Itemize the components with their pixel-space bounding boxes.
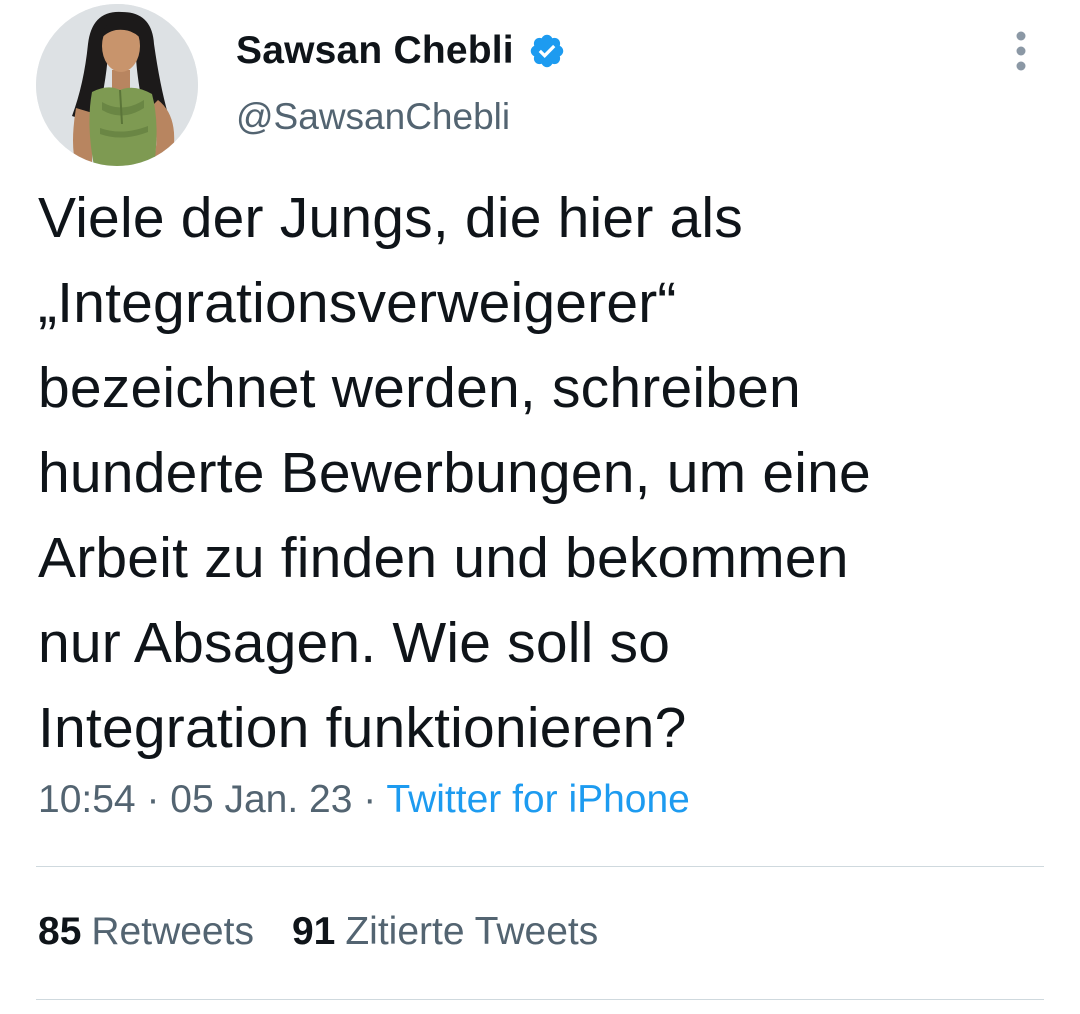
name-row: Sawsan Chebli: [236, 26, 566, 76]
divider: [36, 999, 1044, 1000]
more-vertical-icon[interactable]: [1004, 28, 1038, 74]
tweet-time[interactable]: 10:54: [38, 778, 136, 821]
avatar[interactable]: [36, 4, 198, 166]
divider: [36, 866, 1044, 867]
quotes-label: Zitierte Tweets: [345, 910, 599, 953]
meta-separator: ·: [146, 778, 171, 821]
tweet-text: Viele der Jungs, die hier als „Integrati…: [38, 186, 871, 760]
retweets-stat[interactable]: 85 Retweets: [38, 910, 254, 954]
quote-tweets-stat[interactable]: 91 Zitierte Tweets: [292, 910, 598, 954]
verified-badge-icon: [530, 34, 564, 68]
meta-separator: ·: [363, 778, 387, 821]
user-handle[interactable]: @SawsanChebli: [236, 96, 510, 138]
tweet-meta: 10:54 · 05 Jan. 23 · Twitter for iPhone: [38, 778, 690, 822]
tweet-stats: 85 Retweets 91 Zitierte Tweets: [38, 910, 636, 954]
avatar-image: [36, 4, 198, 166]
retweets-label: Retweets: [91, 910, 254, 953]
tweet-source-link[interactable]: Twitter for iPhone: [386, 778, 689, 821]
tweet-card: Sawsan Chebli @SawsanChebli Viele der Ju…: [0, 0, 1080, 1014]
quotes-count: 91: [291, 910, 336, 953]
display-name[interactable]: Sawsan Chebli: [236, 29, 514, 73]
retweets-count: 85: [38, 910, 82, 953]
tweet-date[interactable]: 05 Jan. 23: [170, 778, 352, 821]
